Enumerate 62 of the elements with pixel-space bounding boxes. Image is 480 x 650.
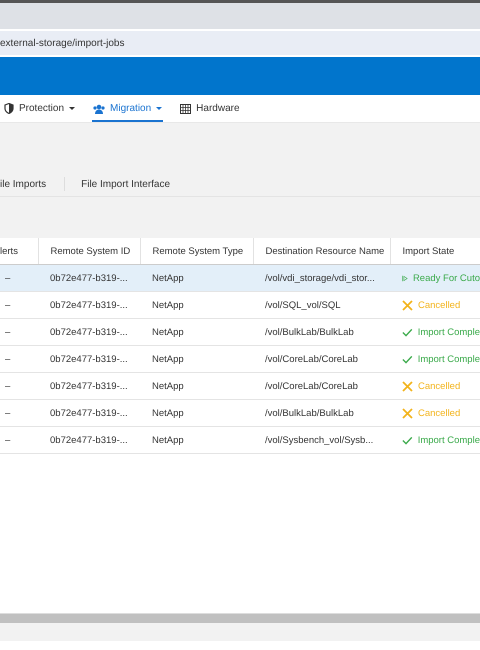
table-cell: /vol/vdi_storage/vdi_stor... (265, 272, 375, 284)
table-cell: 0b72e477-b319-... (50, 272, 128, 284)
table-cell: NetApp (152, 354, 184, 364)
table-cell: /vol/CoreLab/CoreLab (265, 354, 358, 364)
checkmark-icon (402, 436, 413, 444)
checkmark-icon (402, 328, 413, 336)
table-cell: – (5, 408, 10, 418)
cross-icon (402, 408, 413, 418)
table-cell: 0b72e477-b319-... (50, 408, 128, 418)
grid-icon (180, 104, 192, 114)
scrollbar[interactable] (0, 613, 480, 623)
status-text: Cancelled (418, 380, 460, 392)
table-cell: – (5, 326, 10, 338)
table-cell: NetApp (152, 434, 184, 446)
table-row[interactable]: – 0b72e477-b319-... NetApp /vol/CoreLab/CoreLab Import Comple (0, 346, 480, 372)
column-header[interactable]: Import State (402, 246, 454, 256)
table-cell: 0b72e477-b319-... (50, 300, 128, 310)
nav-tab[interactable]: Hardware (179, 95, 241, 122)
table-cell: /vol/BulkLab/BulkLab (265, 326, 354, 338)
table-row[interactable]: – 0b72e477-b319-... NetApp /vol/vdi_storage/vdi_stor... Ready For Cuto (0, 264, 480, 292)
status-text: Import Comple (418, 354, 480, 364)
table-cell: /vol/BulkLab/BulkLab (265, 408, 354, 418)
status-text: Ready For Cuto (412, 272, 480, 284)
table-cell: 0b72e477-b319-... (50, 380, 128, 392)
status-text: Import Comple (418, 434, 480, 446)
cross-icon (402, 380, 413, 392)
table-cell: NetApp (152, 272, 184, 284)
table-cell: – (5, 380, 10, 392)
table-row[interactable]: – 0b72e477-b319-... NetApp /vol/BulkLab/BulkLab Cancelled (0, 400, 480, 426)
table-cell: NetApp (152, 408, 184, 418)
nav-tab[interactable]: Protection (3, 95, 76, 122)
address-bar[interactable]: external-storage/import-jobs (0, 29, 480, 57)
column-header[interactable]: lerts (0, 246, 18, 256)
shield-icon (4, 103, 14, 114)
people-icon (93, 104, 106, 114)
status-text: Cancelled (418, 408, 460, 418)
sub-tab[interactable]: ile Imports (0, 178, 46, 190)
table-row[interactable]: – 0b72e477-b319-... NetApp /vol/Sysbench_vol/Sysb... Import Comple (0, 426, 480, 454)
table-cell: 0b72e477-b319-... (50, 326, 128, 338)
table-cell: 0b72e477-b319-... (50, 354, 128, 364)
status-text: Import Comple (418, 326, 480, 338)
table-cell: NetApp (152, 300, 184, 310)
cross-icon (402, 300, 413, 310)
status-text: Cancelled (418, 300, 460, 310)
table-cell: – (5, 434, 10, 446)
table-row[interactable]: – 0b72e477-b319-... NetApp /vol/BulkLab/BulkLab Import Comple (0, 318, 480, 346)
sub-tab[interactable]: File Import Interface (81, 178, 170, 190)
table-row[interactable]: – 0b72e477-b319-... NetApp /vol/CoreLab/CoreLab Cancelled (0, 372, 480, 400)
table-row[interactable]: – 0b72e477-b319-... NetApp /vol/SQL_vol/SQL Cancelled (0, 292, 480, 318)
column-header[interactable]: Remote System ID (50, 246, 130, 256)
table-cell: /vol/SQL_vol/SQL (265, 300, 341, 310)
table-cell: – (5, 272, 10, 284)
column-header[interactable]: Destination Resource Name (266, 246, 384, 256)
column-header[interactable]: Remote System Type (152, 246, 244, 256)
table-cell: /vol/CoreLab/CoreLab (265, 380, 358, 392)
table-cell: NetApp (152, 326, 184, 338)
table-cell: 0b72e477-b319-... (50, 434, 128, 446)
table-cell: – (5, 300, 10, 310)
table-cell: – (5, 354, 10, 364)
checkmark-icon (402, 354, 413, 364)
table-cell: /vol/Sysbench_vol/Sysb... (265, 434, 374, 446)
table-cell: NetApp (152, 380, 184, 392)
